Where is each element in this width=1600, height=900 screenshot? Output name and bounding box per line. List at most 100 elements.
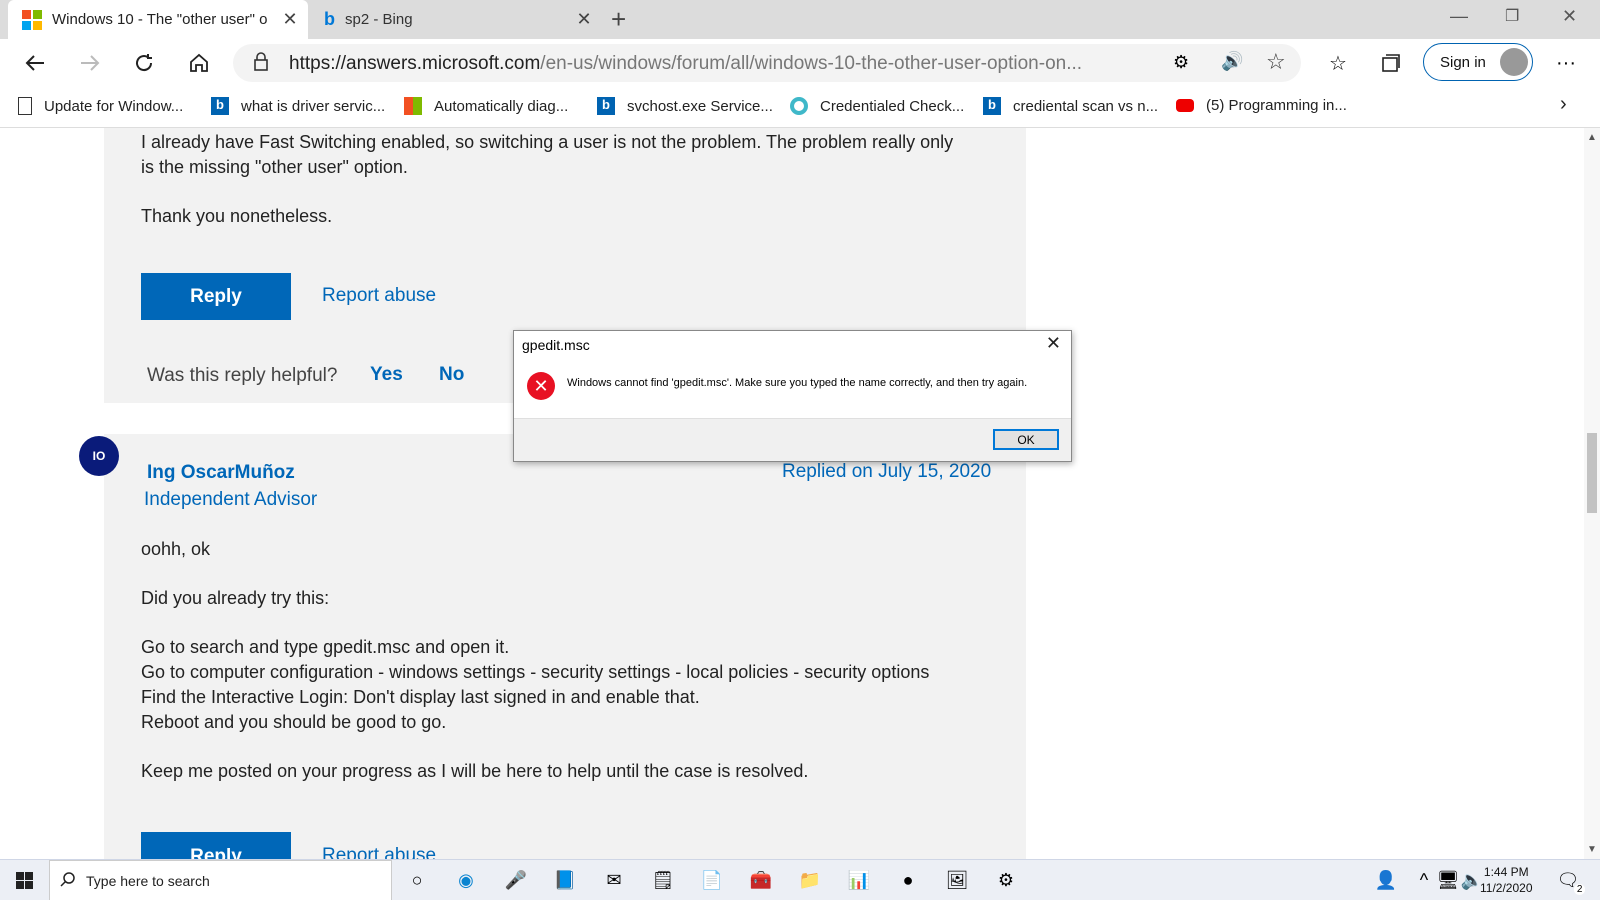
- favorite-item[interactable]: b svchost.exe Service...: [597, 97, 773, 115]
- ok-button[interactable]: OK: [993, 429, 1059, 450]
- search-placeholder: Type here to search: [86, 872, 210, 889]
- forward-icon[interactable]: [72, 45, 108, 81]
- bing-icon: b: [324, 9, 335, 29]
- app-icon[interactable]: 📘: [553, 868, 577, 892]
- wordpad-icon[interactable]: 📄: [700, 868, 724, 892]
- toolbox-icon[interactable]: 🧰: [749, 868, 773, 892]
- post-text: Keep me posted on your progress as I wil…: [141, 761, 809, 781]
- search-icon: [60, 871, 76, 890]
- tab-bar: Windows 10 - The "other user" o ✕ b sp2 …: [0, 0, 1600, 39]
- task-view-icon[interactable]: ○: [405, 868, 429, 892]
- sticky-notes-icon[interactable]: 🗒: [651, 868, 675, 892]
- dialog-title: gpedit.msc: [522, 337, 590, 353]
- favorites-bar: Update for Window... b what is driver ser…: [0, 87, 1600, 128]
- tab-title: Windows 10 - The "other user" o: [52, 11, 268, 28]
- helpful-yes-link[interactable]: Yes: [370, 364, 403, 386]
- sign-in-button[interactable]: Sign in: [1423, 43, 1533, 81]
- favorite-item[interactable]: Credentialed Check...: [790, 97, 964, 115]
- scroll-thumb[interactable]: [1587, 433, 1597, 513]
- helpful-no-link[interactable]: No: [439, 364, 464, 386]
- post-text: Reboot and you should be good to go.: [141, 712, 447, 732]
- tracking-prevention-icon[interactable]: ⚙: [1173, 52, 1189, 73]
- dialog-close-icon[interactable]: ✕: [1046, 333, 1061, 354]
- read-aloud-icon[interactable]: 🔊: [1221, 51, 1243, 72]
- tab-windows10[interactable]: Windows 10 - The "other user" o ✕: [8, 0, 308, 39]
- reply-button[interactable]: Reply: [141, 832, 291, 859]
- bing-icon: b: [983, 97, 1001, 115]
- favorite-item[interactable]: b what is driver servic...: [211, 97, 385, 115]
- taskbar-search-box[interactable]: Type here to search: [49, 860, 392, 900]
- edge-icon[interactable]: ◉: [454, 868, 478, 892]
- start-windows-icon[interactable]: [12, 868, 36, 892]
- favorites-icon[interactable]: ☆: [1320, 45, 1356, 81]
- restore-icon[interactable]: ❐: [1505, 6, 1519, 26]
- photos-icon[interactable]: 🖼: [945, 868, 969, 892]
- file-explorer-icon[interactable]: 📁: [798, 868, 822, 892]
- tab-title: sp2 - Bing: [345, 11, 413, 28]
- tenable-icon: [790, 97, 808, 115]
- microphone-app-icon[interactable]: 🎤: [504, 868, 528, 892]
- favorite-item[interactable]: (5) Programming in...: [1176, 97, 1347, 114]
- dialog-footer: OK: [514, 418, 1071, 461]
- settings-gear-icon[interactable]: ⚙: [994, 868, 1018, 892]
- bing-icon: b: [597, 97, 615, 115]
- avatar[interactable]: IO: [79, 436, 119, 476]
- network-icon[interactable]: 🖥: [1436, 868, 1460, 892]
- chevron-up-icon[interactable]: ^: [1412, 868, 1436, 892]
- refresh-icon[interactable]: [126, 45, 162, 81]
- post-text: Thank you nonetheless.: [141, 206, 333, 226]
- report-abuse-link[interactable]: Report abuse: [322, 845, 436, 859]
- settings-more-icon[interactable]: ···: [1548, 45, 1584, 81]
- favorite-item[interactable]: Update for Window...: [18, 97, 183, 115]
- post-text: is the missing "other user" option.: [141, 157, 408, 177]
- dialog-message: Windows cannot find 'gpedit.msc'. Make s…: [567, 377, 1028, 389]
- scroll-down-icon[interactable]: ▼: [1587, 844, 1597, 855]
- post-text: Find the Interactive Login: Don't displa…: [141, 687, 700, 707]
- reply-button[interactable]: Reply: [141, 273, 291, 320]
- bing-icon: b: [211, 97, 229, 115]
- url-text: https://answers.microsoft.com/en-us/wind…: [289, 53, 1083, 74]
- favorite-star-icon[interactable]: ☆: [1266, 49, 1286, 75]
- post-text: Go to computer configuration - windows s…: [141, 662, 930, 682]
- notification-count: 2: [1573, 883, 1586, 895]
- performance-monitor-icon[interactable]: 📊: [847, 868, 871, 892]
- collections-icon[interactable]: [1373, 45, 1409, 81]
- scroll-up-icon[interactable]: ▲: [1587, 132, 1597, 143]
- page-scrollbar[interactable]: ▲ ▼: [1584, 128, 1600, 859]
- chevron-right-icon[interactable]: ›: [1560, 93, 1567, 116]
- address-bar[interactable]: https://answers.microsoft.com/en-us/wind…: [233, 44, 1301, 82]
- people-icon[interactable]: 👤: [1374, 868, 1398, 892]
- favorite-item[interactable]: b crediental scan vs n...: [983, 97, 1158, 115]
- obs-icon[interactable]: ●: [896, 868, 920, 892]
- error-dialog: gpedit.msc ✕ ✕ Windows cannot find 'gped…: [513, 330, 1072, 462]
- tab-bing[interactable]: b sp2 - Bing ✕: [312, 0, 602, 39]
- error-icon: ✕: [527, 372, 555, 400]
- new-tab-icon[interactable]: +: [611, 4, 626, 35]
- favorite-item[interactable]: Automatically diag...: [404, 97, 568, 115]
- system-clock[interactable]: 1:44 PM 11/2/2020: [1480, 864, 1533, 896]
- clock-time: 1:44 PM: [1483, 865, 1529, 879]
- window-close-icon[interactable]: ✕: [1562, 6, 1577, 27]
- notification-icon[interactable]: 🗨 2: [1556, 868, 1586, 895]
- post-text: oohh, ok: [141, 539, 211, 559]
- clock-date: 11/2/2020: [1480, 881, 1533, 895]
- browser-toolbar: https://answers.microsoft.com/en-us/wind…: [0, 39, 1600, 87]
- lock-icon: [253, 52, 269, 77]
- author-link[interactable]: Ing OscarMuñoz: [147, 462, 295, 484]
- report-abuse-link[interactable]: Report abuse: [322, 285, 436, 307]
- reply-date: Replied on July 15, 2020: [782, 461, 992, 482]
- mail-icon[interactable]: ✉: [602, 868, 626, 892]
- close-tab-icon[interactable]: ✕: [272, 9, 308, 30]
- close-tab-icon[interactable]: ✕: [566, 9, 602, 30]
- post-text: Did you already try this:: [141, 588, 330, 608]
- windows-logo-icon: [22, 9, 42, 30]
- post-text: Go to search and type gpedit.msc and ope…: [141, 637, 510, 657]
- home-icon[interactable]: [181, 45, 217, 81]
- profile-avatar-icon: [1500, 48, 1528, 76]
- back-icon[interactable]: [17, 45, 53, 81]
- youtube-icon: [1176, 99, 1194, 112]
- author-role: Independent Advisor: [144, 489, 318, 510]
- minimize-icon[interactable]: —: [1450, 6, 1468, 27]
- sign-in-label: Sign in: [1440, 53, 1486, 71]
- taskbar: Type here to search ○ ◉ 🎤 📘 ✉ 🗒 📄 🧰 📁 📊 …: [0, 859, 1600, 900]
